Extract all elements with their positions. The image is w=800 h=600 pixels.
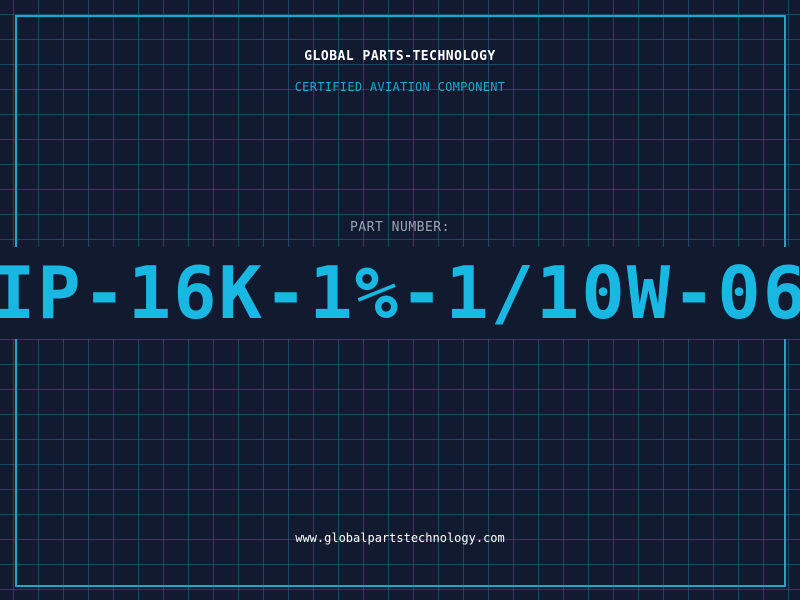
certificate-page: GLOBAL PARTS-TECHNOLOGY CERTIFIED AVIATI… [0, 0, 800, 600]
part-number-band: IP-16K-1%-1/10W-06 [0, 247, 800, 339]
website-url: www.globalpartstechnology.com [295, 531, 505, 545]
part-number-label: PART NUMBER: [350, 220, 450, 235]
certification-subtitle: CERTIFIED AVIATION COMPONENT [294, 80, 506, 94]
company-name: GLOBAL PARTS-TECHNOLOGY [304, 49, 496, 64]
part-number-value: IP-16K-1%-1/10W-06 [0, 251, 800, 335]
